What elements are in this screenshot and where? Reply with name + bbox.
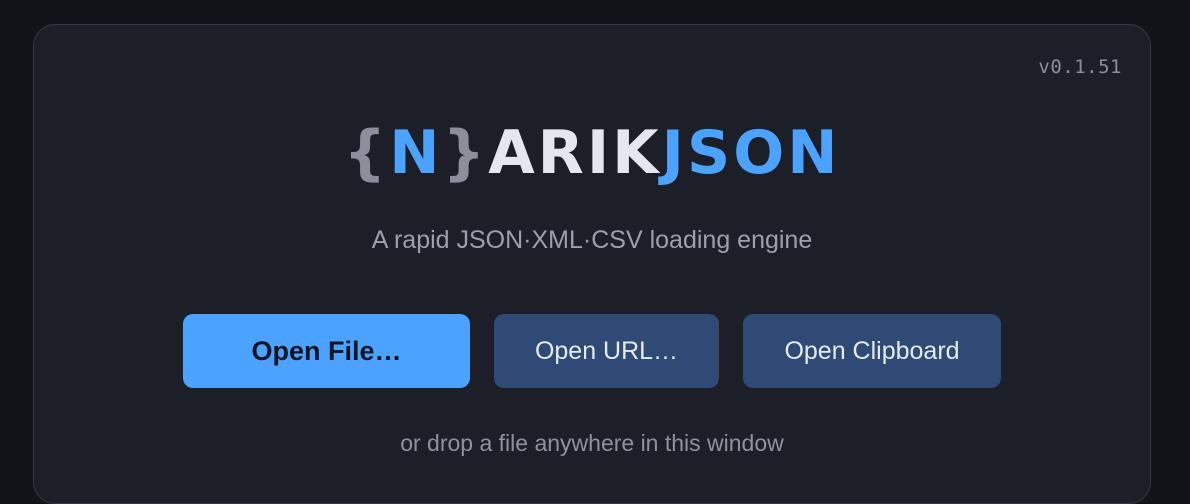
open-url-button[interactable]: Open URL… (494, 314, 719, 388)
version-label: v0.1.51 (1038, 56, 1122, 78)
logo-brace-close: } (442, 118, 489, 188)
start-panel: v0.1.51 {N}ARIKJSON A rapid JSON·XML·CSV… (33, 24, 1151, 504)
open-actions: Open File… Open URL… Open Clipboard (183, 314, 1001, 388)
open-clipboard-button[interactable]: Open Clipboard (743, 314, 1001, 388)
logo-brace-open: { (343, 118, 390, 188)
app-logo: {N}ARIKJSON (34, 118, 1150, 188)
drop-hint: or drop a file anywhere in this window (400, 430, 784, 456)
open-file-button[interactable]: Open File… (183, 314, 470, 388)
app-tagline: A rapid JSON·XML·CSV loading engine (371, 226, 813, 254)
logo-word-json: JSON (661, 118, 841, 188)
logo-letter-n: N (389, 118, 443, 188)
logo-word-arik: ARIK (488, 118, 662, 188)
